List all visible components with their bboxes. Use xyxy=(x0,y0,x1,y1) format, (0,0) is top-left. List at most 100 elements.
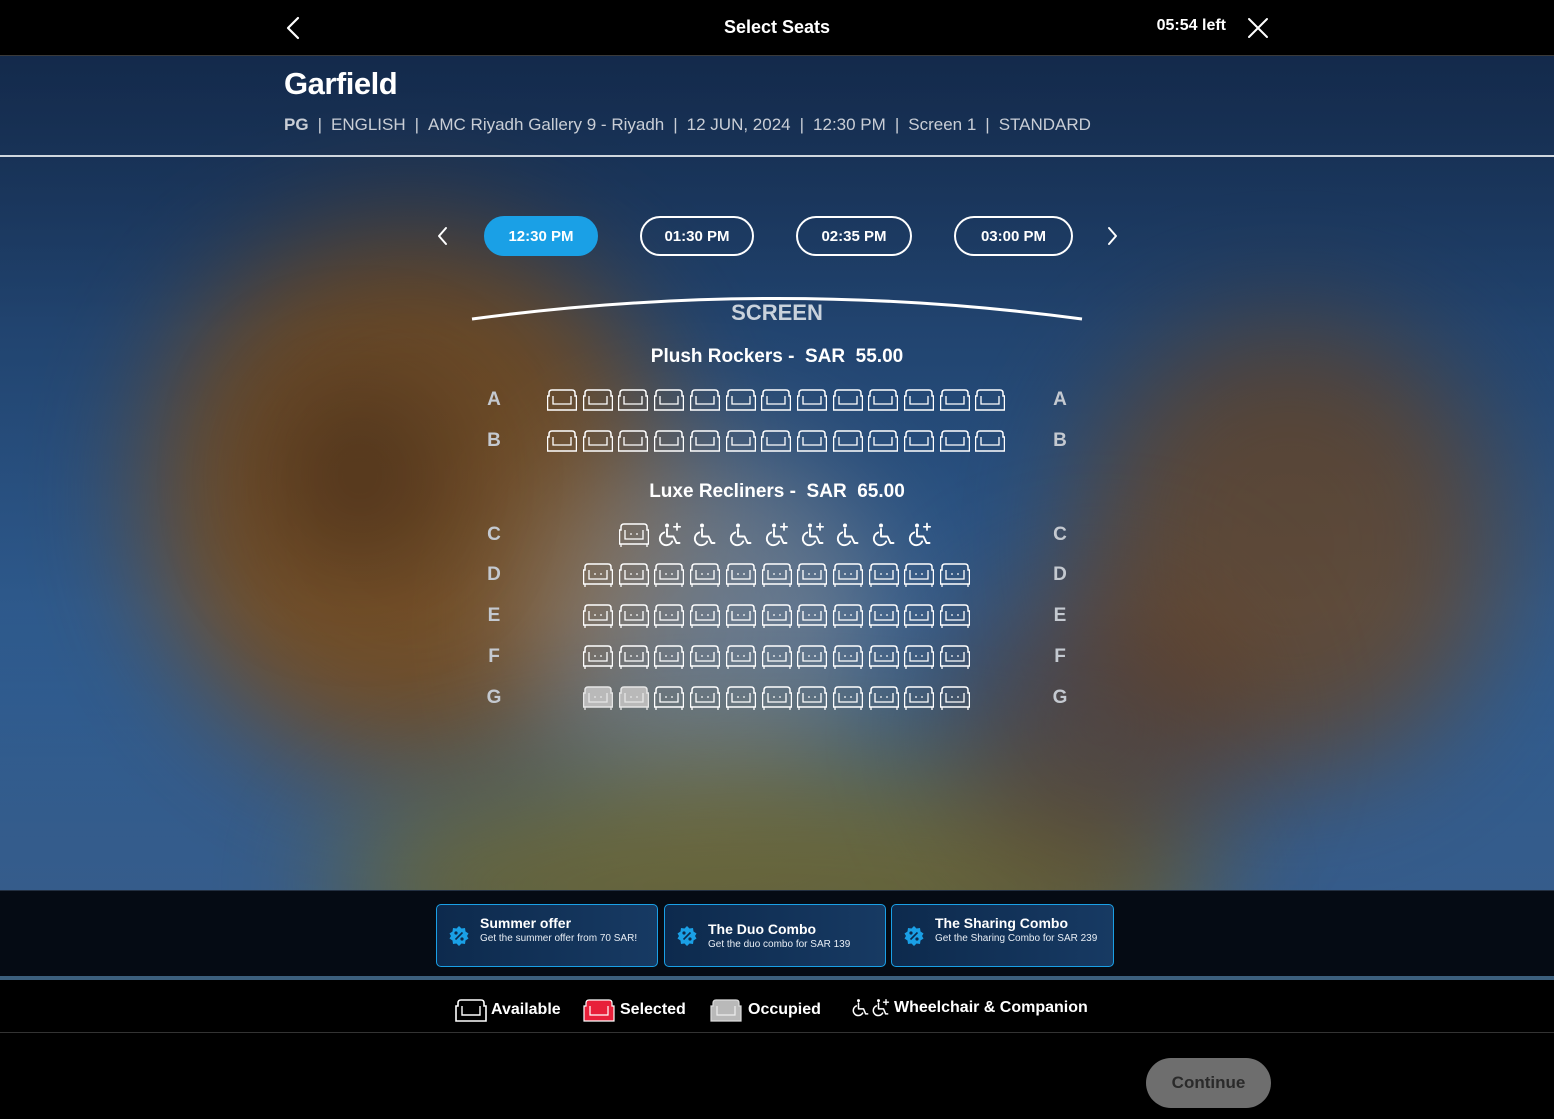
seat-a6-available[interactable] xyxy=(725,387,757,413)
close-button[interactable] xyxy=(1244,14,1272,42)
seat-b13-available[interactable] xyxy=(974,428,1006,454)
seat-d11-available[interactable] xyxy=(939,562,971,588)
seat-c1-available[interactable] xyxy=(618,522,650,548)
seat-g4-available[interactable] xyxy=(689,685,721,711)
seat-c8-wheelchair-icon[interactable] xyxy=(869,522,899,548)
seat-e5-available[interactable] xyxy=(725,603,757,629)
movie-meta: PG | ENGLISH | AMC Riyadh Gallery 9 - Riyadh… xyxy=(284,115,1091,134)
seat-d9-available[interactable] xyxy=(868,562,900,588)
seat-e2-available[interactable] xyxy=(618,603,650,629)
chevron-left-icon xyxy=(438,227,447,245)
seat-g3-available[interactable] xyxy=(653,685,685,711)
seat-a2-available[interactable] xyxy=(582,387,614,413)
seat-a13-available[interactable] xyxy=(974,387,1006,413)
seat-d5-available[interactable] xyxy=(725,562,757,588)
seat-f2-available[interactable] xyxy=(618,644,650,670)
seat-b12-available[interactable] xyxy=(939,428,971,454)
seat-g9-available[interactable] xyxy=(868,685,900,711)
seat-a8-available[interactable] xyxy=(796,387,828,413)
seat-c9-companion-icon[interactable] xyxy=(905,522,935,548)
seat-e10-available[interactable] xyxy=(903,603,935,629)
seat-a5-available[interactable] xyxy=(689,387,721,413)
seat-b3-available[interactable] xyxy=(617,428,649,454)
continue-button[interactable]: Continue xyxy=(1146,1058,1271,1108)
seat-b10-available[interactable] xyxy=(867,428,899,454)
seat-b4-available[interactable] xyxy=(653,428,685,454)
seat-g11-available[interactable] xyxy=(939,685,971,711)
seat-e4-available[interactable] xyxy=(689,603,721,629)
seat-d6-available[interactable] xyxy=(761,562,793,588)
seat-f5-available[interactable] xyxy=(725,644,757,670)
poster-backdrop xyxy=(0,56,1554,976)
seat-c5-companion-icon[interactable] xyxy=(762,522,792,548)
offer-card[interactable]: Summer offer Get the summer offer from 7… xyxy=(436,904,658,967)
seat-g10-available[interactable] xyxy=(903,685,935,711)
seat-a9-available[interactable] xyxy=(832,387,864,413)
showtime-selector: 12:30 PM 01:30 PM 02:35 PM 03:00 PM xyxy=(430,216,1130,256)
seat-d4-available[interactable] xyxy=(689,562,721,588)
showtime-pill[interactable]: 01:30 PM xyxy=(640,216,754,256)
seat-a7-available[interactable] xyxy=(760,387,792,413)
seat-b11-available[interactable] xyxy=(903,428,935,454)
seat-a1-available[interactable] xyxy=(546,387,578,413)
seat-d1-available[interactable] xyxy=(582,562,614,588)
seat-c4-wheelchair-icon[interactable] xyxy=(726,522,756,548)
seat-f7-available[interactable] xyxy=(796,644,828,670)
seat-f8-available[interactable] xyxy=(832,644,864,670)
seat-c2-companion-icon[interactable] xyxy=(655,522,685,548)
seat-f4-available[interactable] xyxy=(689,644,721,670)
seat-available-icon xyxy=(455,999,487,1022)
seat-b9-available[interactable] xyxy=(832,428,864,454)
seat-e1-available[interactable] xyxy=(582,603,614,629)
seat-g5-available[interactable] xyxy=(725,685,757,711)
seat-e8-available[interactable] xyxy=(832,603,864,629)
seat-b2-available[interactable] xyxy=(582,428,614,454)
seat-f9-available[interactable] xyxy=(868,644,900,670)
seat-a11-available[interactable] xyxy=(903,387,935,413)
seat-a3-available[interactable] xyxy=(617,387,649,413)
seat-a12-available[interactable] xyxy=(939,387,971,413)
seat-b7-available[interactable] xyxy=(760,428,792,454)
seat-b1-available[interactable] xyxy=(546,428,578,454)
seat-a10-available[interactable] xyxy=(867,387,899,413)
seat-e3-available[interactable] xyxy=(653,603,685,629)
seat-e9-available[interactable] xyxy=(868,603,900,629)
seat-g1-occupied xyxy=(582,685,614,711)
seat-e11-available[interactable] xyxy=(939,603,971,629)
seat-g7-available[interactable] xyxy=(796,685,828,711)
seat-c3-wheelchair-icon[interactable] xyxy=(690,522,720,548)
showtimes-next-button[interactable] xyxy=(1101,223,1123,249)
seat-b8-available[interactable] xyxy=(796,428,828,454)
offer-description: Get the summer offer from 70 SAR! xyxy=(480,933,638,944)
seat-f11-available[interactable] xyxy=(939,644,971,670)
seat-g6-available[interactable] xyxy=(761,685,793,711)
seat-f3-available[interactable] xyxy=(653,644,685,670)
seat-b5-available[interactable] xyxy=(689,428,721,454)
seat-d8-available[interactable] xyxy=(832,562,864,588)
showtimes-prev-button[interactable] xyxy=(432,223,454,249)
seat-d2-available[interactable] xyxy=(618,562,650,588)
showtime-pill[interactable]: 03:00 PM xyxy=(954,216,1073,256)
seat-d10-available[interactable] xyxy=(903,562,935,588)
legend-occupied: Occupied xyxy=(710,997,821,1023)
offer-card[interactable]: The Sharing Combo Get the Sharing Combo … xyxy=(891,904,1114,967)
seat-d3-available[interactable] xyxy=(653,562,685,588)
seat-f6-available[interactable] xyxy=(761,644,793,670)
showtime-pill[interactable]: 02:35 PM xyxy=(796,216,912,256)
seat-f1-available[interactable] xyxy=(582,644,614,670)
seat-g8-available[interactable] xyxy=(832,685,864,711)
seat-e7-available[interactable] xyxy=(796,603,828,629)
seat-c7-wheelchair-icon[interactable] xyxy=(833,522,863,548)
offer-title: The Duo Combo xyxy=(708,921,817,937)
seat-d7-available[interactable] xyxy=(796,562,828,588)
movie-info: Garfield PG | ENGLISH | AMC Riyadh Gallery 9… xyxy=(0,56,1554,157)
showtime-pill[interactable]: 12:30 PM xyxy=(484,216,598,256)
seat-legend: Available Selected Occupied Wheelchair &… xyxy=(0,976,1554,1033)
seat-f10-available[interactable] xyxy=(903,644,935,670)
seat-b6-available[interactable] xyxy=(725,428,757,454)
seat-a4-available[interactable] xyxy=(653,387,685,413)
seat-c6-companion-icon[interactable] xyxy=(798,522,828,548)
seat-e6-available[interactable] xyxy=(761,603,793,629)
screen-name: Screen 1 xyxy=(908,115,977,134)
offer-card[interactable]: The Duo Combo Get the duo combo for SAR … xyxy=(664,904,886,967)
